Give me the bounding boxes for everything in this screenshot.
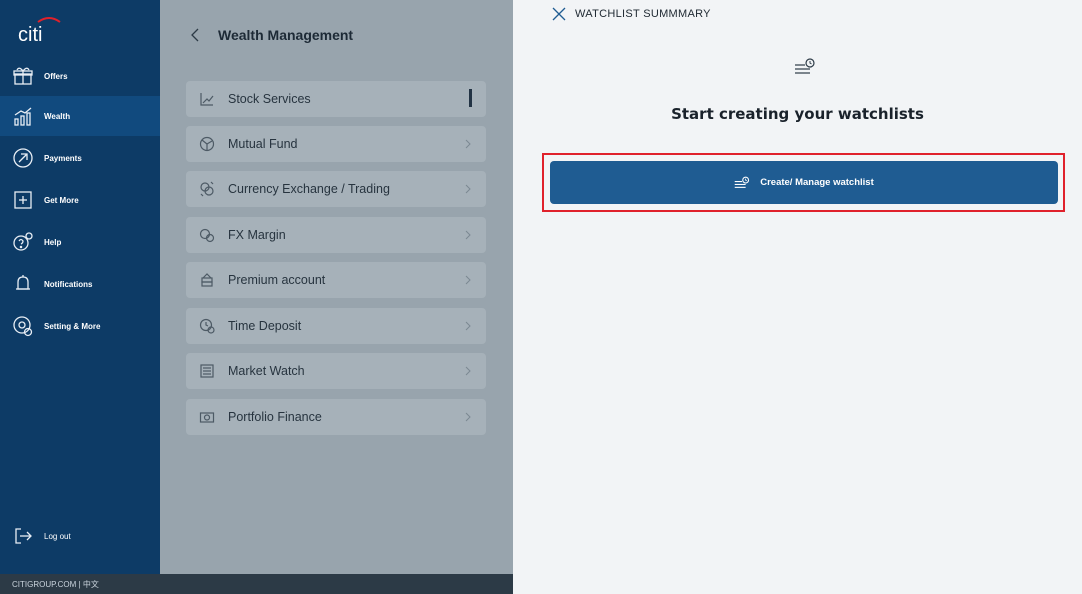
watchlist-icon: [734, 176, 750, 188]
watchlist-header: WATCHLIST SUMMMARY: [575, 8, 711, 20]
back-chevron-icon[interactable]: [188, 26, 202, 44]
nav-label: Help: [44, 237, 62, 247]
panel-title: Wealth Management: [218, 27, 354, 43]
portfolio-icon: [198, 408, 216, 426]
logout-button[interactable]: Log out: [0, 516, 160, 556]
sidebar-nav: citi Offers Wealth Payments Get More Hel…: [0, 0, 160, 594]
plus-box-icon: [12, 189, 34, 211]
watchlist-icon: [795, 58, 815, 74]
svg-text:citi: citi: [18, 24, 42, 44]
nav-label: Get More: [44, 195, 79, 205]
empty-state-headline: Start creating your watchlists: [671, 105, 924, 123]
chevron-right-icon: [465, 412, 471, 422]
pie-icon: [198, 135, 216, 153]
nav-item-wealth[interactable]: Wealth: [0, 96, 160, 136]
close-icon[interactable]: [551, 6, 567, 22]
premium-icon: [198, 271, 216, 289]
wealth-panel: Wealth Management Stock Services Mutual …: [160, 0, 513, 574]
menu-item-label: Premium account: [228, 273, 326, 287]
menu-item-label: Market Watch: [228, 364, 305, 378]
nav-label: Offers: [44, 71, 68, 81]
menu-item-mutual-fund[interactable]: Mutual Fund: [186, 126, 486, 162]
menu-item-label: Currency Exchange / Trading: [228, 182, 390, 196]
nav-label: Setting & More: [44, 321, 101, 331]
create-manage-watchlist-button[interactable]: Create/ Manage watchlist: [550, 161, 1058, 204]
nav-item-get-more[interactable]: Get More: [0, 180, 160, 220]
menu-item-label: Stock Services: [228, 92, 311, 106]
chevron-right-icon: [465, 139, 471, 149]
line-chart-icon: [198, 90, 216, 108]
create-manage-watchlist-label: Create/ Manage watchlist: [760, 177, 874, 188]
footer-strip: CITIGROUP.COM | 中文: [0, 574, 513, 594]
menu-item-currency-exchange[interactable]: Currency Exchange / Trading: [186, 171, 486, 207]
menu-item-portfolio-finance[interactable]: Portfolio Finance: [186, 399, 486, 435]
menu-item-label: Mutual Fund: [228, 137, 298, 151]
menu-item-label: FX Margin: [228, 228, 286, 242]
chart-icon: [12, 105, 34, 127]
chevron-right-icon: [465, 184, 471, 194]
chevron-right-icon: [465, 275, 471, 285]
nav-label: Payments: [44, 153, 82, 163]
app-frame: citi Offers Wealth Payments Get More Hel…: [0, 0, 1082, 594]
menu-item-market-watch[interactable]: Market Watch: [186, 353, 486, 389]
fx-margin-icon: [198, 226, 216, 244]
currency-exchange-icon: [198, 180, 216, 198]
nav-label: Wealth: [44, 111, 71, 121]
active-indicator: [469, 89, 472, 107]
nav-item-notifications[interactable]: Notifications: [0, 264, 160, 304]
chevron-right-icon: [465, 230, 471, 240]
footer-links[interactable]: CITIGROUP.COM | 中文: [12, 579, 99, 590]
nav-label: Notifications: [44, 279, 93, 289]
nav-item-help[interactable]: Help: [0, 222, 160, 262]
bell-icon: [12, 273, 34, 295]
menu-item-premium-account[interactable]: Premium account: [186, 262, 486, 298]
time-deposit-icon: [198, 317, 216, 335]
watchlist-panel: WATCHLIST SUMMMARY Start creating your w…: [513, 0, 1082, 594]
nav-item-payments[interactable]: Payments: [0, 138, 160, 178]
chevron-right-icon: [465, 366, 471, 376]
menu-item-label: Portfolio Finance: [228, 410, 322, 424]
nav-item-offers[interactable]: Offers: [0, 56, 160, 96]
chevron-right-icon: [465, 321, 471, 331]
help-icon: [12, 231, 34, 253]
logout-icon: [12, 525, 34, 547]
settings-icon: [12, 315, 34, 337]
logout-label: Log out: [44, 531, 71, 541]
gift-icon: [12, 65, 34, 87]
menu-item-stock-services[interactable]: Stock Services: [186, 81, 486, 117]
nav-item-settings[interactable]: Setting & More: [0, 306, 160, 346]
citi-logo[interactable]: citi: [18, 14, 68, 44]
arrow-circle-icon: [12, 147, 34, 169]
menu-item-time-deposit[interactable]: Time Deposit: [186, 308, 486, 344]
menu-item-fx-margin[interactable]: FX Margin: [186, 217, 486, 253]
menu-item-label: Time Deposit: [228, 319, 302, 333]
market-watch-icon: [198, 362, 216, 380]
